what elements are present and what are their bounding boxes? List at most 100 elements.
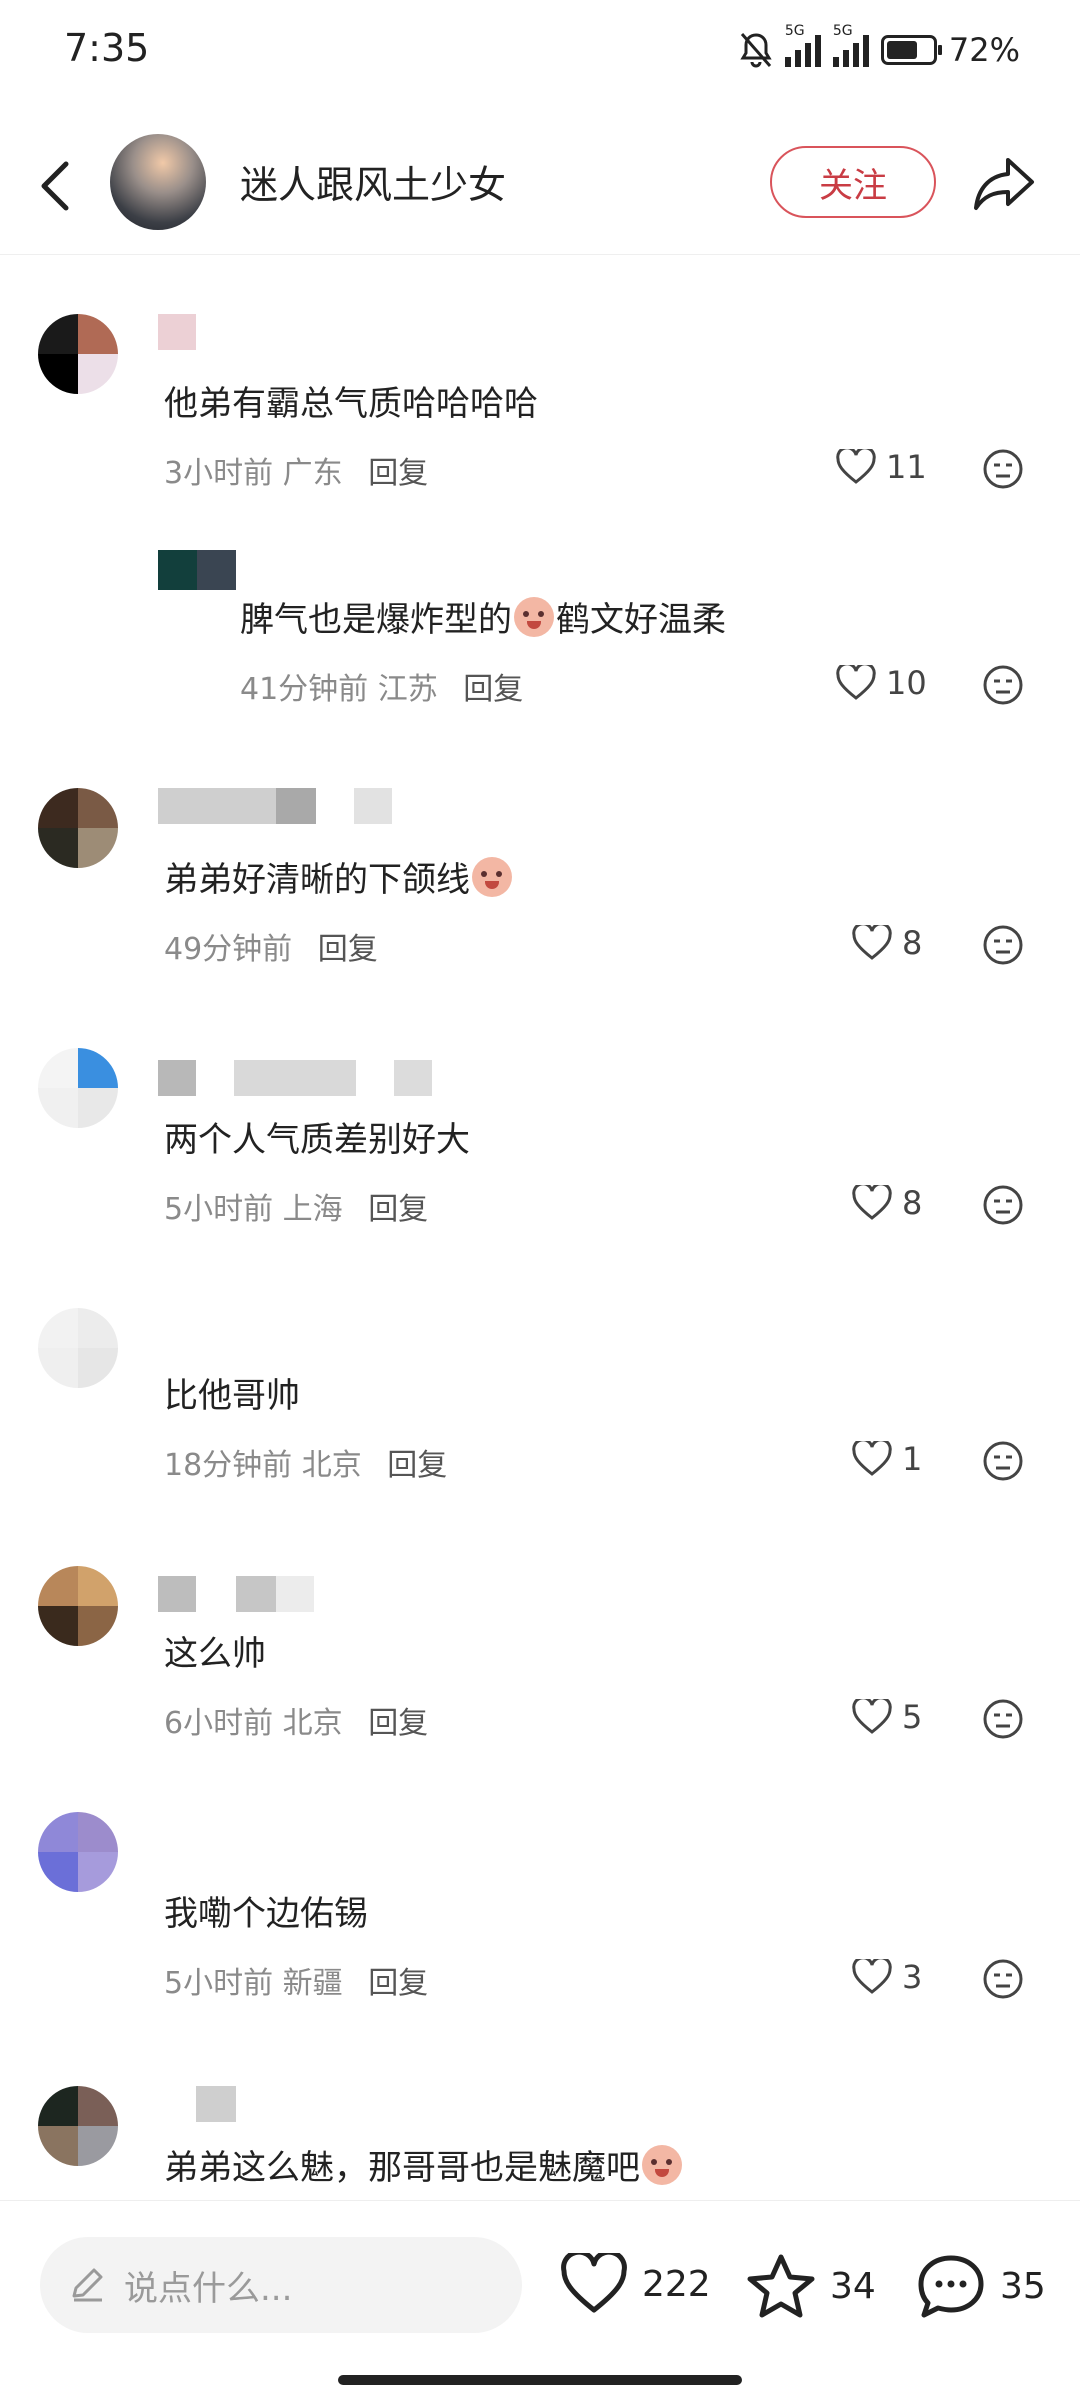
author-name[interactable]: 迷人跟风土少女 bbox=[240, 154, 506, 209]
like-post-button[interactable]: 222 bbox=[560, 2253, 711, 2315]
username-blurred[interactable] bbox=[158, 1060, 432, 1096]
like-button[interactable]: 10 bbox=[836, 664, 927, 702]
comment-avatar[interactable] bbox=[38, 1308, 118, 1388]
comment-avatar[interactable] bbox=[38, 314, 118, 394]
like-button[interactable]: 1 bbox=[852, 1440, 922, 1478]
comment-avatar[interactable] bbox=[38, 1048, 118, 1128]
comment-count-button[interactable]: 35 bbox=[916, 2253, 1046, 2319]
signal-icon-2: 5G bbox=[832, 23, 869, 67]
like-count: 1 bbox=[902, 1440, 923, 1478]
heart-icon bbox=[852, 1441, 892, 1476]
comment-text-part: 比他哥帅 bbox=[164, 1376, 300, 1416]
status-bar: 7:35 5G 5G 72% bbox=[0, 0, 1080, 100]
heart-icon bbox=[836, 449, 876, 484]
like-count: 11 bbox=[886, 448, 927, 486]
heart-icon bbox=[852, 1699, 892, 1734]
neutral-face-icon[interactable] bbox=[982, 1958, 1024, 2000]
like-count: 3 bbox=[902, 1958, 923, 1996]
signal-icon: 5G bbox=[784, 23, 821, 67]
back-arrow-icon[interactable] bbox=[36, 156, 76, 216]
reply-button[interactable]: 回复 bbox=[368, 1706, 428, 1741]
comment-text-part: 他弟有霸总气质哈哈哈哈 bbox=[164, 384, 538, 424]
comment-text-part: 脾气也是爆炸型的 bbox=[240, 600, 512, 640]
comment-time: 5小时前 bbox=[164, 1192, 274, 1227]
like-button[interactable]: 5 bbox=[852, 1698, 922, 1736]
comment-text: 弟弟这么魅，那哥哥也是魅魔吧 bbox=[164, 2140, 684, 2189]
reply-button[interactable]: 回复 bbox=[463, 672, 523, 707]
comment-text: 我嘞个边佑锡 bbox=[164, 1886, 368, 1935]
heart-icon bbox=[852, 1185, 892, 1220]
like-count: 5 bbox=[902, 1698, 923, 1736]
comment-location: 广东 bbox=[282, 456, 343, 491]
status-time: 7:35 bbox=[64, 26, 150, 70]
comment-time: 18分钟前 bbox=[164, 1448, 293, 1483]
post-header: 迷人跟风土少女 关注 bbox=[0, 118, 1080, 255]
comment-location: 北京 bbox=[301, 1448, 362, 1483]
comment-meta: 41分钟前 江苏 回复 bbox=[240, 664, 523, 708]
comment-time: 3小时前 bbox=[164, 456, 274, 491]
username-blurred[interactable] bbox=[158, 314, 196, 350]
comment-meta: 3小时前 广东 回复 bbox=[164, 448, 428, 492]
heart-icon bbox=[561, 2253, 627, 2313]
comment-time: 49分钟前 bbox=[164, 932, 293, 967]
home-indicator[interactable] bbox=[338, 2375, 742, 2385]
comment-input[interactable]: 说点什么... bbox=[40, 2237, 522, 2333]
author-avatar[interactable] bbox=[110, 134, 206, 230]
comment-avatar[interactable] bbox=[38, 2086, 118, 2166]
comment-meta: 18分钟前 北京 回复 bbox=[164, 1440, 447, 1484]
comment-avatar[interactable] bbox=[158, 550, 236, 590]
share-icon[interactable] bbox=[972, 150, 1036, 214]
follow-button[interactable]: 关注 bbox=[770, 146, 936, 218]
comment-location: 北京 bbox=[282, 1706, 343, 1741]
star-icon bbox=[747, 2254, 815, 2318]
neutral-face-icon[interactable] bbox=[982, 924, 1024, 966]
neutral-face-icon[interactable] bbox=[982, 1184, 1024, 1226]
comment-input-placeholder: 说点什么... bbox=[124, 2268, 293, 2309]
comment-text-part-2: 鹤文好温柔 bbox=[556, 600, 726, 640]
pencil-icon bbox=[72, 2268, 103, 2302]
favorite-button[interactable]: 34 bbox=[746, 2253, 876, 2319]
chat-bubble-icon bbox=[918, 2255, 984, 2318]
username-blurred[interactable] bbox=[158, 1576, 314, 1612]
like-button[interactable]: 3 bbox=[852, 1958, 922, 1996]
neutral-face-icon[interactable] bbox=[982, 1698, 1024, 1740]
reply-button[interactable]: 回复 bbox=[368, 1192, 428, 1227]
neutral-face-icon[interactable] bbox=[982, 1440, 1024, 1482]
signal-label-2: 5G bbox=[832, 23, 853, 39]
heart-icon bbox=[852, 1959, 892, 1994]
comment-text: 比他哥帅 bbox=[164, 1368, 300, 1417]
like-button[interactable]: 8 bbox=[852, 924, 922, 962]
comment-avatar[interactable] bbox=[38, 788, 118, 868]
bottom-action-bar: 说点什么... 222 34 35 bbox=[0, 2200, 1080, 2401]
comment-text: 这么帅 bbox=[164, 1626, 266, 1675]
like-button[interactable]: 11 bbox=[836, 448, 927, 486]
battery-percent: 72% bbox=[948, 31, 1020, 69]
reply-button[interactable]: 回复 bbox=[368, 1966, 428, 2001]
comment-avatar[interactable] bbox=[38, 1566, 118, 1646]
neutral-face-icon[interactable] bbox=[982, 664, 1024, 706]
reply-button[interactable]: 回复 bbox=[368, 456, 428, 491]
status-icons: 5G 5G 72% bbox=[739, 23, 1020, 72]
reply-button[interactable]: 回复 bbox=[318, 932, 378, 967]
reply-button[interactable]: 回复 bbox=[387, 1448, 447, 1483]
neutral-face-icon[interactable] bbox=[982, 448, 1024, 490]
comment-meta: 5小时前 新疆 回复 bbox=[164, 1958, 428, 2002]
comment-location: 新疆 bbox=[282, 1966, 343, 2001]
comment-text: 弟弟好清晰的下颌线 bbox=[164, 852, 514, 901]
comment-text-part: 我嘞个边佑锡 bbox=[164, 1894, 368, 1934]
heart-icon bbox=[852, 925, 892, 960]
like-button[interactable]: 8 bbox=[852, 1184, 922, 1222]
comment-time: 5小时前 bbox=[164, 1966, 274, 2001]
username-blurred[interactable] bbox=[158, 788, 392, 824]
like-count: 8 bbox=[902, 1184, 923, 1222]
crying-emoji-icon bbox=[514, 596, 554, 637]
battery-icon bbox=[880, 35, 942, 65]
comment-time: 41分钟前 bbox=[240, 672, 369, 707]
heart-icon bbox=[836, 665, 876, 700]
comment-meta: 5小时前 上海 回复 bbox=[164, 1184, 428, 1228]
comment-avatar[interactable] bbox=[38, 1812, 118, 1892]
favorite-count: 34 bbox=[830, 2265, 876, 2307]
comment-text-part: 弟弟这么魅，那哥哥也是魅魔吧 bbox=[164, 2148, 640, 2188]
username-blurred[interactable] bbox=[196, 2086, 236, 2122]
comment-text: 他弟有霸总气质哈哈哈哈 bbox=[164, 376, 538, 425]
